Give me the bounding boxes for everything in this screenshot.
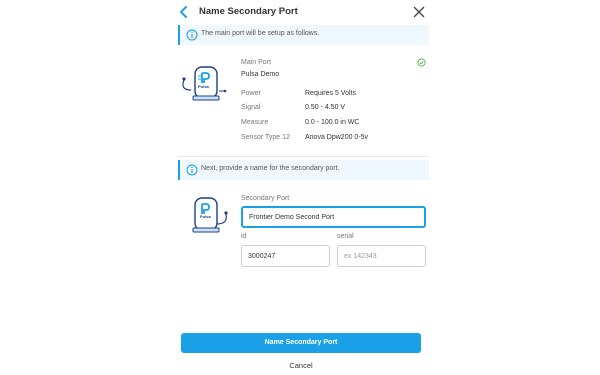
main-info-banner: The main port will be setup as follows.	[178, 25, 429, 45]
power-label: Power	[241, 90, 261, 97]
sensor-type-value: Anova Dpw200 0-5v	[305, 134, 369, 141]
divider	[178, 156, 427, 157]
close-button[interactable]	[413, 5, 425, 18]
id-label: id	[241, 233, 247, 240]
secondary-info-text: Next, provide a name for the secondary p…	[201, 165, 340, 172]
device-brand-label: Pulsa	[198, 84, 209, 89]
main-port-name: Pulsa Demo	[241, 71, 280, 78]
secondary-info-banner: Next, provide a name for the secondary p…	[178, 160, 429, 180]
main-port-label: Main Port	[241, 59, 271, 66]
main-info-text: The main port will be setup as follows.	[201, 30, 320, 37]
signal-value: 0.50 - 4.50 V	[305, 104, 346, 111]
device-brand-label-secondary: Pulsa	[200, 214, 211, 219]
serial-input[interactable]	[337, 245, 426, 267]
measure-value: 0.0 - 100.0 in WC	[305, 119, 360, 126]
chevron-left-icon	[180, 6, 187, 18]
signal-label: Signal	[241, 104, 261, 111]
sensor-type-label: Sensor Type 12	[241, 134, 290, 141]
info-icon	[186, 164, 198, 176]
info-icon	[186, 29, 198, 41]
cancel-button[interactable]: Cancel	[168, 361, 434, 370]
back-button[interactable]	[178, 5, 190, 19]
header: Name Secondary Port	[168, 0, 432, 24]
serial-label: serial	[337, 233, 354, 240]
device-illustration	[182, 66, 227, 101]
secondary-port-name-input[interactable]	[241, 206, 426, 228]
name-secondary-port-button[interactable]: Name Secondary Port	[181, 333, 421, 353]
secondary-port-label: Secondary Port	[241, 195, 290, 202]
page-title: Name Secondary Port	[199, 6, 298, 17]
power-value: Requires 5 Volts	[305, 90, 356, 97]
measure-label: Measure	[241, 119, 269, 126]
close-icon	[413, 6, 425, 18]
check-circle-icon	[417, 58, 426, 67]
dialog-panel: Name Secondary Port The main port will b…	[168, 0, 432, 375]
id-input[interactable]	[241, 245, 330, 267]
